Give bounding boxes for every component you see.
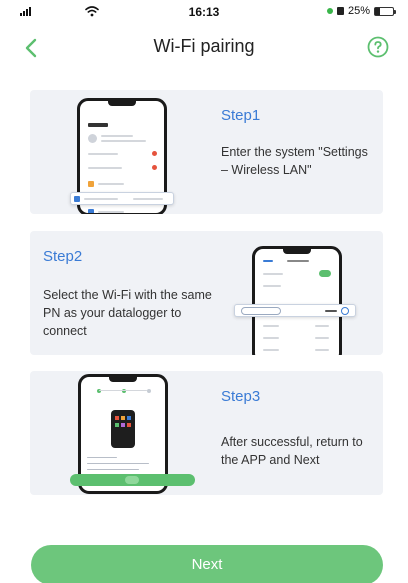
battery-icon: [374, 6, 396, 16]
page-title: Wi-Fi pairing: [153, 36, 255, 56]
step1-description: Enter the system "Settings – Wireless LA…: [221, 145, 368, 177]
step2-card: Step2 Select the Wi-Fi with the same PN …: [30, 231, 383, 355]
help-circle-icon[interactable]: [366, 35, 390, 59]
step3-description: After successful, return to the APP and …: [221, 435, 363, 467]
step3-title: Step3: [221, 388, 261, 405]
status-right-group: 25%: [326, 5, 396, 17]
step1-title: Step1: [221, 107, 261, 124]
step2-description: Select the Wi-Fi with the same PN as you…: [43, 288, 212, 338]
lock-icon: [336, 7, 344, 15]
battery-level-fill: [375, 7, 380, 15]
step3-card: Step3 After successful, return to the AP…: [30, 371, 383, 495]
phone-wifi-list-screenshot: [252, 246, 342, 355]
step2-title: Step2: [43, 248, 83, 265]
battery-percentage: 25%: [347, 5, 370, 17]
step1-card: Step1 Enter the system "Settings – Wirel…: [30, 90, 383, 214]
next-button[interactable]: Next: [31, 545, 383, 583]
wifi-pairing-screen: 16:13 25% Wi-Fi pairing Step1 Enter the …: [0, 0, 408, 583]
status-bar: 16:13 25%: [0, 0, 408, 22]
next-action-highlight: [70, 474, 195, 486]
wifi-setting-overlay: [70, 192, 174, 205]
navigation-bar: Wi-Fi pairing: [0, 26, 408, 70]
location-dot-icon: [326, 8, 333, 14]
wifi-network-overlay: [234, 304, 356, 317]
